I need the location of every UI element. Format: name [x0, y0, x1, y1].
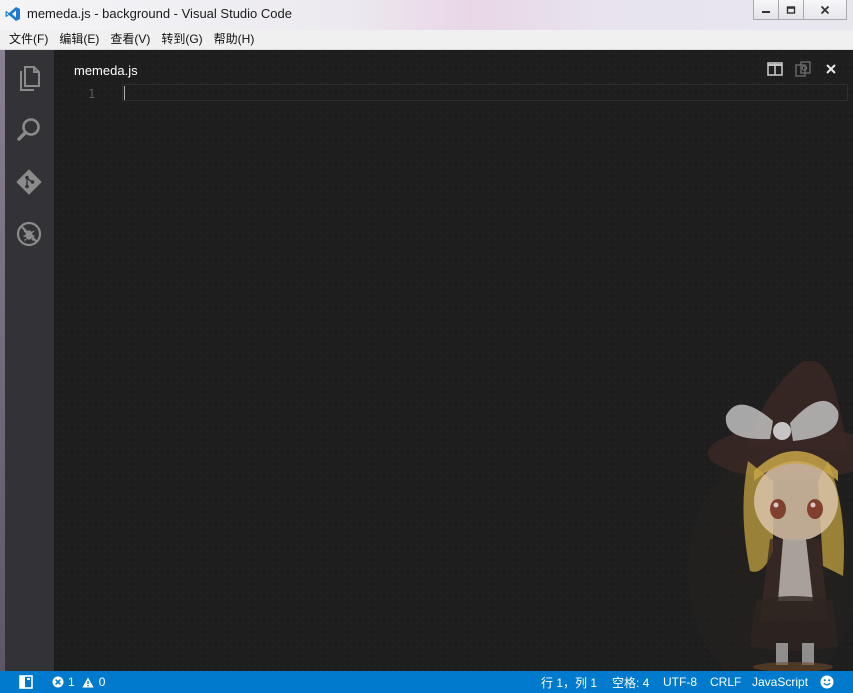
minimize-icon [762, 10, 770, 13]
feedback-button[interactable] [820, 671, 834, 693]
smiley-icon [820, 675, 834, 689]
line-ending[interactable]: CRLF [710, 671, 741, 693]
encoding[interactable]: UTF-8 [663, 671, 697, 693]
editor-tab[interactable]: memeda.js [74, 63, 138, 78]
restore-button[interactable] [778, 0, 804, 20]
layout-icon [19, 675, 33, 689]
git-icon [16, 169, 42, 195]
text-cursor [124, 86, 125, 100]
menu-goto[interactable]: 转到(G) [156, 30, 208, 49]
menu-file[interactable]: 文件(F) [0, 30, 54, 49]
activity-bar [0, 50, 54, 671]
debug-button[interactable] [15, 220, 43, 248]
background-character-image [688, 361, 853, 671]
close-window-button[interactable] [803, 0, 847, 20]
editor-area: memeda.js 1 [54, 50, 853, 671]
menu-edit[interactable]: 编辑(E) [54, 30, 105, 49]
editor-actions [767, 61, 839, 77]
toggle-sidebar-button[interactable] [19, 671, 33, 693]
explorer-icon [20, 66, 40, 91]
window-title: memeda.js - background - Visual Studio C… [27, 6, 292, 21]
split-editor-button[interactable] [767, 61, 783, 77]
search-icon [17, 118, 40, 141]
line-number: 1 [88, 87, 96, 101]
open-changes-icon [795, 61, 811, 77]
explorer-button[interactable] [15, 64, 43, 92]
menu-help[interactable]: 帮助(H) [209, 30, 261, 49]
title-bar: memeda.js - background - Visual Studio C… [0, 0, 853, 31]
error-count: 1 [68, 675, 75, 689]
current-line-highlight[interactable] [122, 84, 848, 101]
window-controls [753, 0, 847, 20]
indentation[interactable]: 空格: 4 [612, 671, 649, 693]
language-mode[interactable]: JavaScript [752, 671, 808, 693]
split-editor-icon [767, 62, 783, 76]
search-button[interactable] [15, 116, 43, 144]
editor-tab-bar: memeda.js [54, 50, 853, 84]
warning-icon [81, 677, 94, 687]
open-changes-button[interactable] [795, 61, 811, 77]
window-edge [0, 50, 5, 671]
restore-icon [786, 5, 796, 14]
problems-indicator[interactable]: 1 0 [52, 671, 105, 693]
close-icon [826, 64, 836, 74]
close-icon [820, 5, 830, 14]
vscode-logo-icon [5, 7, 20, 21]
minimize-button[interactable] [753, 0, 779, 20]
warning-count: 0 [98, 675, 106, 689]
vscode-window: memeda.js - background - Visual Studio C… [0, 0, 853, 693]
menu-view[interactable]: 查看(V) [105, 30, 156, 49]
git-button[interactable] [15, 168, 43, 196]
menu-bar: 文件(F) 编辑(E) 查看(V) 转到(G) 帮助(H) [0, 30, 853, 50]
status-bar: 1 0 行 1，列 1 空格: 4 UTF-8 CRLF JavaScript [0, 671, 853, 693]
error-icon [52, 676, 64, 688]
cursor-position[interactable]: 行 1，列 1 [541, 671, 597, 693]
close-editor-button[interactable] [823, 61, 839, 77]
debug-icon [16, 221, 42, 247]
